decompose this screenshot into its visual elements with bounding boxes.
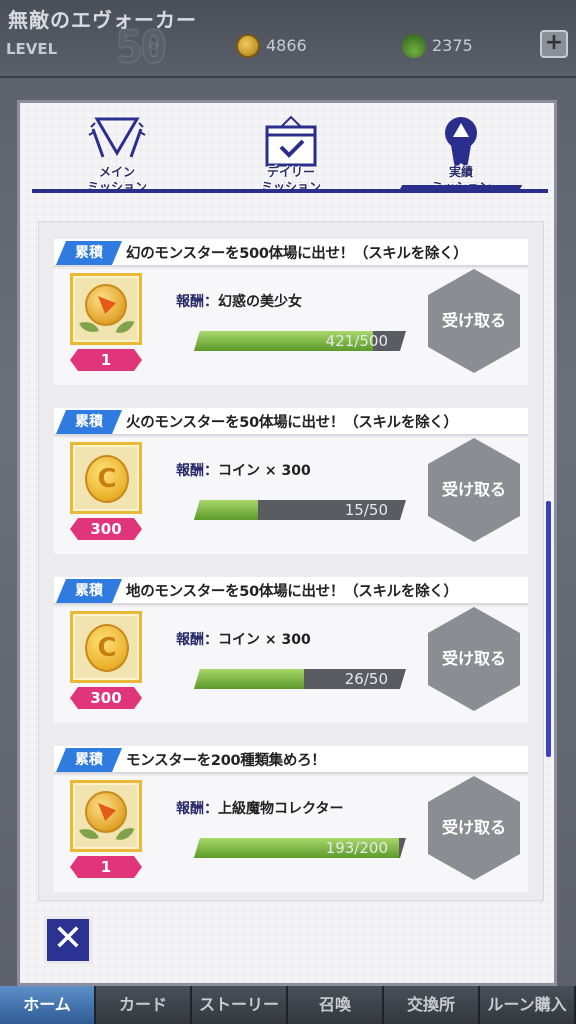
mission-title: 幻のモンスターを500体場に出せ！（スキルを除く） [126, 246, 468, 262]
receive-button[interactable]: 受け取る [428, 269, 520, 373]
nav-tab-summon[interactable]: 召喚 [288, 986, 384, 1024]
coin-icon: C [85, 455, 129, 503]
close-button[interactable]: ✕ [44, 916, 92, 964]
mission-body: C 300 報酬：コイン × 300 15/50 受け取る [54, 438, 528, 554]
reward-label: 報酬：コイン × 300 [176, 629, 311, 649]
receive-button[interactable]: 受け取る [428, 776, 520, 880]
receive-button[interactable]: 受け取る [428, 438, 520, 542]
add-gems-button[interactable]: + [540, 30, 568, 58]
progress-fill [194, 500, 258, 520]
reward-name: 上級魔物コレクター [218, 801, 344, 817]
reward-icon-frame [70, 273, 142, 345]
mission-modal: メイン ミッション デイリー ミッション 実績 ミッション 累積 [17, 100, 557, 986]
reward-label: 報酬：コイン × 300 [176, 460, 311, 480]
reward-name: コイン × 300 [218, 632, 311, 648]
reward-prefix: 報酬： [176, 801, 218, 817]
gem-count: 2375 [432, 36, 473, 55]
reward-icon-frame: C [70, 442, 142, 514]
reward-icon-frame: C [70, 611, 142, 683]
coin-icon: C [85, 624, 129, 672]
player-header: 無敵のエヴォーカー LEVEL 50 4866 2375 + [0, 0, 576, 78]
mission-body: 1 報酬：幻惑の美少女 421/500 受け取る [54, 269, 528, 385]
mission-body: C 300 報酬：コイン × 300 26/50 受け取る [54, 607, 528, 723]
bottom-nav: ホーム カード ストーリー 召喚 交換所 ルーン購入 [0, 986, 576, 1024]
reward-quantity: 300 [70, 687, 142, 709]
progress-fill [194, 669, 304, 689]
nav-tab-story[interactable]: ストーリー [192, 986, 288, 1024]
tab-achievement-mission[interactable]: 実績 ミッション [386, 109, 536, 195]
level-value: 50 [116, 22, 167, 73]
tab-active-indicator [397, 185, 523, 193]
cumulative-tag: 累積 [56, 241, 122, 265]
receive-button[interactable]: 受け取る [428, 607, 520, 711]
mission-title: 地のモンスターを50体場に出せ！（スキルを除く） [126, 584, 458, 600]
mission-card: 累積 火のモンスターを50体場に出せ！（スキルを除く） C 300 報酬：コイン… [54, 408, 528, 558]
nav-tab-exchange[interactable]: 交換所 [384, 986, 480, 1024]
mission-body: 1 報酬：上級魔物コレクター 193/200 受け取る [54, 776, 528, 892]
mission-card: 累積 幻のモンスターを500体場に出せ！（スキルを除く） 1 報酬：幻惑の美少女… [54, 239, 528, 389]
progress-text: 421/500 [325, 332, 388, 350]
medal-icon [85, 284, 127, 326]
medal-icon [85, 791, 127, 833]
cumulative-tag: 累積 [56, 410, 122, 434]
player-name: 無敵のエヴォーカー [8, 8, 197, 32]
mission-header: 累積 幻のモンスターを500体場に出せ！（スキルを除く） [54, 239, 528, 267]
progress-text: 193/200 [325, 839, 388, 857]
mission-header: 累積 地のモンスターを50体場に出せ！（スキルを除く） [54, 577, 528, 605]
mission-card: 累積 地のモンスターを50体場に出せ！（スキルを除く） C 300 報酬：コイン… [54, 577, 528, 727]
mission-header: 累積 火のモンスターを50体場に出せ！（スキルを除く） [54, 408, 528, 436]
coin-icon [236, 34, 260, 58]
reward-prefix: 報酬： [176, 463, 218, 479]
reward-quantity: 1 [70, 856, 142, 878]
reward-label: 報酬：幻惑の美少女 [176, 291, 302, 311]
progress-bar: 193/200 [194, 838, 406, 858]
reward-name: 幻惑の美少女 [218, 294, 302, 310]
calendar-check-icon [265, 115, 317, 167]
mission-header: 累積 モンスターを200種類集めろ！ [54, 746, 528, 774]
reward-quantity: 1 [70, 349, 142, 371]
cumulative-tag: 累積 [56, 579, 122, 603]
gem-icon [402, 34, 426, 58]
reward-icon-frame [70, 780, 142, 852]
mission-tabs: メイン ミッション デイリー ミッション 実績 ミッション [20, 103, 554, 199]
nav-tab-cards[interactable]: カード [96, 986, 192, 1024]
progress-text: 26/50 [344, 670, 388, 688]
scrollbar[interactable] [546, 501, 551, 757]
cumulative-tag: 累積 [56, 748, 122, 772]
progress-bar: 26/50 [194, 669, 406, 689]
reward-prefix: 報酬： [176, 632, 218, 648]
reward-label: 報酬：上級魔物コレクター [176, 798, 343, 818]
level-label: LEVEL [6, 40, 58, 58]
coin-count: 4866 [266, 36, 307, 55]
reward-prefix: 報酬： [176, 294, 218, 310]
reward-quantity: 300 [70, 518, 142, 540]
tab-daily-mission[interactable]: デイリー ミッション [216, 109, 366, 195]
reward-name: コイン × 300 [218, 463, 311, 479]
tab-main-mission[interactable]: メイン ミッション [42, 109, 192, 195]
mission-card: 累積 モンスターを200種類集めろ！ 1 報酬：上級魔物コレクター 193/20… [54, 746, 528, 896]
nav-tab-rune-shop[interactable]: ルーン購入 [480, 986, 576, 1024]
medal-ribbon-icon [445, 117, 477, 169]
mission-title: 火のモンスターを50体場に出せ！（スキルを除く） [126, 415, 458, 431]
progress-bar: 421/500 [194, 331, 406, 351]
mission-title: モンスターを200種類集めろ！ [126, 753, 326, 769]
progress-bar: 15/50 [194, 500, 406, 520]
triangle-emblem-icon [88, 117, 146, 158]
progress-text: 15/50 [344, 501, 388, 519]
nav-tab-home[interactable]: ホーム [0, 986, 96, 1024]
